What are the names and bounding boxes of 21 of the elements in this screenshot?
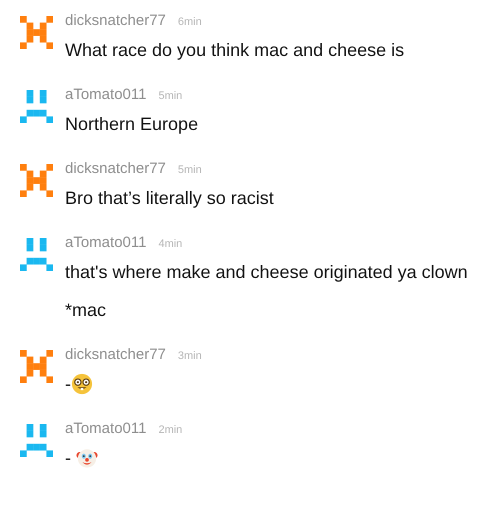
username[interactable]: dicksnatcher77 xyxy=(65,346,166,363)
username[interactable]: dicksnatcher77 xyxy=(65,12,166,29)
clown-face-icon xyxy=(76,447,98,469)
message-text: that's where make and cheese originated ya clown xyxy=(65,261,468,284)
nerd-face-icon xyxy=(71,373,93,395)
username[interactable]: aTomato011 xyxy=(65,234,146,251)
message-text: - xyxy=(65,447,72,470)
timestamp: 5min xyxy=(178,164,202,176)
message-text: Bro that’s literally so racist xyxy=(65,187,274,210)
timestamp: 4min xyxy=(158,238,182,250)
message-text: *mac xyxy=(65,299,106,322)
username[interactable]: dicksnatcher77 xyxy=(65,160,166,177)
message-text: - xyxy=(65,373,71,396)
timestamp: 3min xyxy=(178,350,202,362)
timestamp: 2min xyxy=(158,424,182,436)
message-text: What race do you think mac and cheese is xyxy=(65,39,404,62)
timestamp: 6min xyxy=(178,16,202,28)
timestamp: 5min xyxy=(158,90,182,102)
username[interactable]: aTomato011 xyxy=(65,420,146,437)
message-text: Northern Europe xyxy=(65,113,198,136)
username[interactable]: aTomato011 xyxy=(65,86,146,103)
